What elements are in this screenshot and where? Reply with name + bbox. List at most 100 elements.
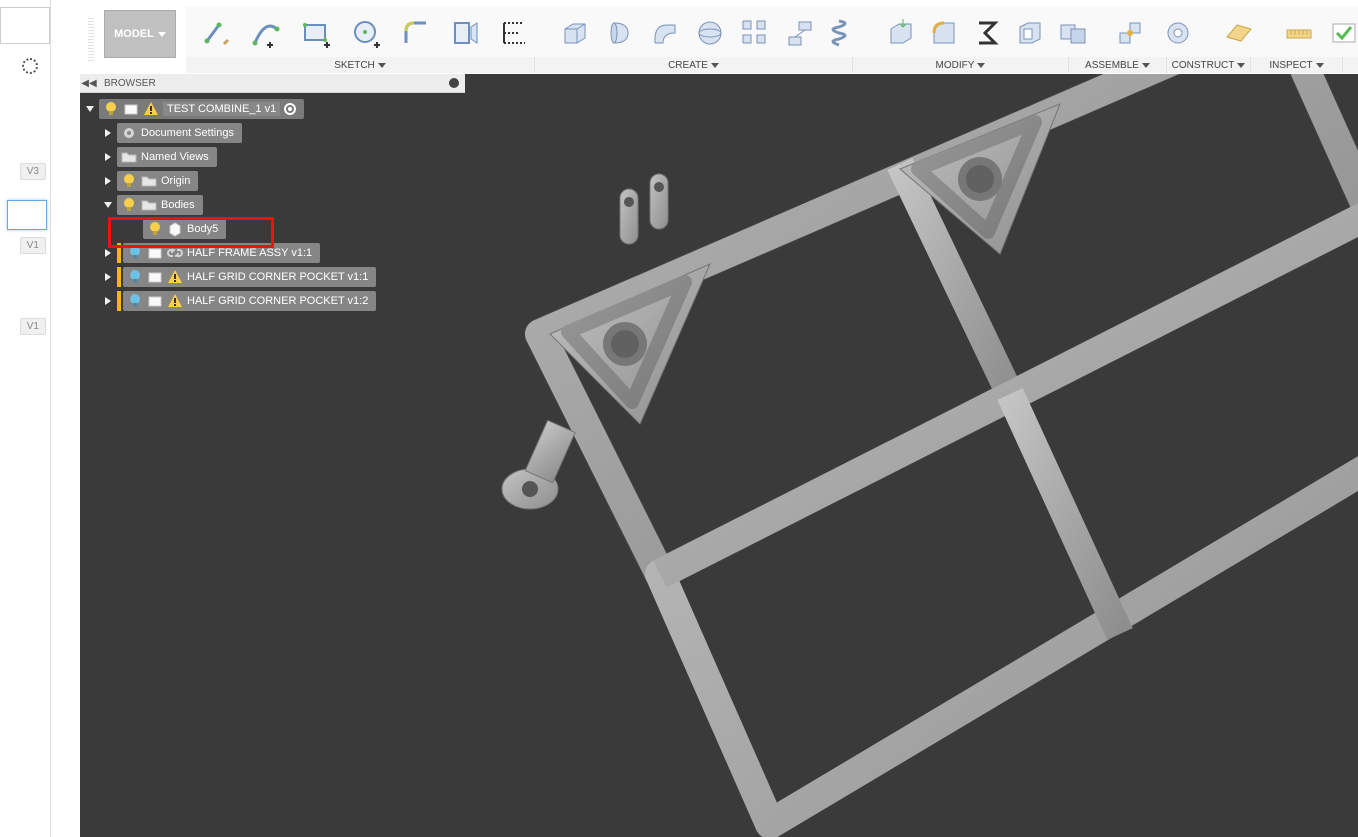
component-icon bbox=[123, 101, 139, 117]
tree-item-bodies[interactable]: Bodies bbox=[103, 194, 376, 216]
lightbulb-icon bbox=[103, 101, 119, 117]
version-badge: V3 bbox=[20, 163, 46, 180]
tree-item-component-1[interactable]: HALF FRAME ASSY v1:1 bbox=[103, 242, 376, 264]
toolbar-group-assemble bbox=[1100, 7, 1208, 59]
collapse-browser-icon[interactable]: ◀◀ bbox=[80, 74, 98, 92]
sketch-rectangle-tool[interactable] bbox=[294, 11, 338, 55]
chevron-down-icon bbox=[158, 32, 166, 37]
group-label-construct[interactable]: CONSTRUCT bbox=[1167, 57, 1251, 73]
component-icon bbox=[147, 293, 163, 309]
modify-combine-tool[interactable] bbox=[1054, 11, 1091, 55]
item-label: HALF GRID CORNER POCKET v1:2 bbox=[187, 295, 368, 307]
selected-thumbnail[interactable] bbox=[7, 200, 47, 230]
toolbar-group-modify bbox=[874, 7, 1100, 59]
create-loft-tool[interactable] bbox=[781, 11, 820, 55]
group-label-sketch[interactable]: SKETCH bbox=[186, 57, 535, 73]
folder-icon bbox=[141, 197, 157, 213]
group-label-modify[interactable]: MODIFY bbox=[853, 57, 1069, 73]
accent-bar bbox=[117, 291, 121, 311]
sketch-trim-tool[interactable] bbox=[444, 11, 488, 55]
sketch-arc-tool[interactable] bbox=[245, 11, 289, 55]
warning-icon bbox=[167, 293, 183, 309]
folder-icon bbox=[141, 173, 157, 189]
gear-icon[interactable] bbox=[22, 58, 38, 74]
create-coil-tool[interactable] bbox=[826, 11, 865, 55]
assemble-contact-tool[interactable] bbox=[1157, 11, 1199, 55]
tree-item-origin[interactable]: Origin bbox=[103, 170, 376, 192]
create-sphere-tool[interactable] bbox=[690, 11, 729, 55]
item-label: Document Settings bbox=[141, 127, 234, 139]
browser-panel-header[interactable]: ◀◀ BROWSER bbox=[80, 74, 465, 93]
tree-item-component-2[interactable]: HALF GRID CORNER POCKET v1:1 bbox=[103, 266, 376, 288]
create-revolve-tool[interactable] bbox=[600, 11, 639, 55]
toolbar-group-inspect bbox=[1270, 7, 1358, 59]
component-icon bbox=[147, 269, 163, 285]
group-label-create[interactable]: CREATE bbox=[535, 57, 853, 73]
expand-toggle-icon[interactable] bbox=[103, 152, 113, 162]
modify-fillet-tool[interactable] bbox=[926, 11, 963, 55]
item-label: HALF FRAME ASSY v1:1 bbox=[187, 247, 312, 259]
tree-item-named-views[interactable]: Named Views bbox=[103, 146, 376, 168]
lightbulb-icon bbox=[127, 269, 143, 285]
group-label-inspect[interactable]: INSPECT bbox=[1251, 57, 1343, 73]
warning-icon bbox=[143, 101, 159, 117]
toolbar-group-create bbox=[546, 7, 874, 59]
left-panel-fragment: V3 V1 V1 bbox=[0, 0, 51, 837]
lightbulb-icon bbox=[121, 173, 137, 189]
toolbar-group-labels: SKETCH CREATE MODIFY ASSEMBLE CONSTRUCT … bbox=[186, 57, 1358, 73]
modify-shell-tool[interactable] bbox=[1011, 11, 1048, 55]
browser-tree: TEST COMBINE_1 v1 Document Settings Name… bbox=[85, 98, 376, 314]
link-icon bbox=[167, 245, 183, 261]
toolbar-group-sketch bbox=[186, 7, 546, 59]
tree-item-body5[interactable]: Body5 bbox=[143, 218, 376, 240]
expand-toggle-icon[interactable] bbox=[103, 248, 113, 258]
expand-toggle-icon[interactable] bbox=[103, 272, 113, 282]
workspace-dropdown[interactable]: MODEL bbox=[104, 10, 176, 58]
gear-icon bbox=[121, 125, 137, 141]
component-icon bbox=[147, 245, 163, 261]
sketch-fillet-tool[interactable] bbox=[394, 11, 438, 55]
folder-icon bbox=[121, 149, 137, 165]
version-badge: V1 bbox=[20, 237, 46, 254]
expand-toggle-icon[interactable] bbox=[103, 296, 113, 306]
item-label: Body5 bbox=[187, 223, 218, 235]
body-icon bbox=[167, 221, 183, 237]
version-badge: V1 bbox=[20, 318, 46, 335]
sketch-line-tool[interactable] bbox=[195, 11, 239, 55]
inspect-check-tool[interactable] bbox=[1324, 11, 1358, 55]
create-sweep-tool[interactable] bbox=[645, 11, 684, 55]
expand-toggle-icon[interactable] bbox=[103, 176, 113, 186]
expand-toggle-icon[interactable] bbox=[103, 128, 113, 138]
inspect-measure-tool[interactable] bbox=[1279, 11, 1318, 55]
sketch-circle-tool[interactable] bbox=[344, 11, 388, 55]
construct-plane-tool[interactable] bbox=[1217, 11, 1261, 55]
lightbulb-icon bbox=[127, 245, 143, 261]
accent-bar bbox=[117, 267, 121, 287]
workspace-label: MODEL bbox=[114, 28, 154, 40]
grip-handle[interactable] bbox=[88, 18, 94, 62]
item-label: HALF GRID CORNER POCKET v1:1 bbox=[187, 271, 368, 283]
create-pattern-tool[interactable] bbox=[736, 11, 775, 55]
tree-item-document-settings[interactable]: Document Settings bbox=[103, 122, 376, 144]
item-label: Origin bbox=[161, 175, 190, 187]
toolbar-group-construct bbox=[1208, 7, 1270, 59]
lightbulb-icon bbox=[147, 221, 163, 237]
assemble-joint-tool[interactable] bbox=[1109, 11, 1151, 55]
item-label: Named Views bbox=[141, 151, 209, 163]
lightbulb-icon bbox=[127, 293, 143, 309]
expand-toggle-icon[interactable] bbox=[103, 200, 113, 210]
warning-icon bbox=[167, 269, 183, 285]
sketch-dimension-tool[interactable] bbox=[493, 11, 537, 55]
lightbulb-icon bbox=[121, 197, 137, 213]
expand-toggle-icon[interactable] bbox=[85, 104, 95, 114]
create-extrude-tool[interactable] bbox=[555, 11, 594, 55]
group-label-assemble[interactable]: ASSEMBLE bbox=[1069, 57, 1167, 73]
tree-root-row[interactable]: TEST COMBINE_1 v1 bbox=[85, 98, 376, 120]
browser-options-icon[interactable] bbox=[449, 78, 459, 88]
tree-item-component-3[interactable]: HALF GRID CORNER POCKET v1:2 bbox=[103, 290, 376, 312]
accent-bar bbox=[117, 243, 121, 263]
modify-sigma-tool[interactable] bbox=[969, 11, 1006, 55]
activate-radio-icon[interactable] bbox=[284, 103, 296, 115]
main-toolbar bbox=[186, 7, 1358, 62]
modify-pressppull-tool[interactable] bbox=[883, 11, 920, 55]
